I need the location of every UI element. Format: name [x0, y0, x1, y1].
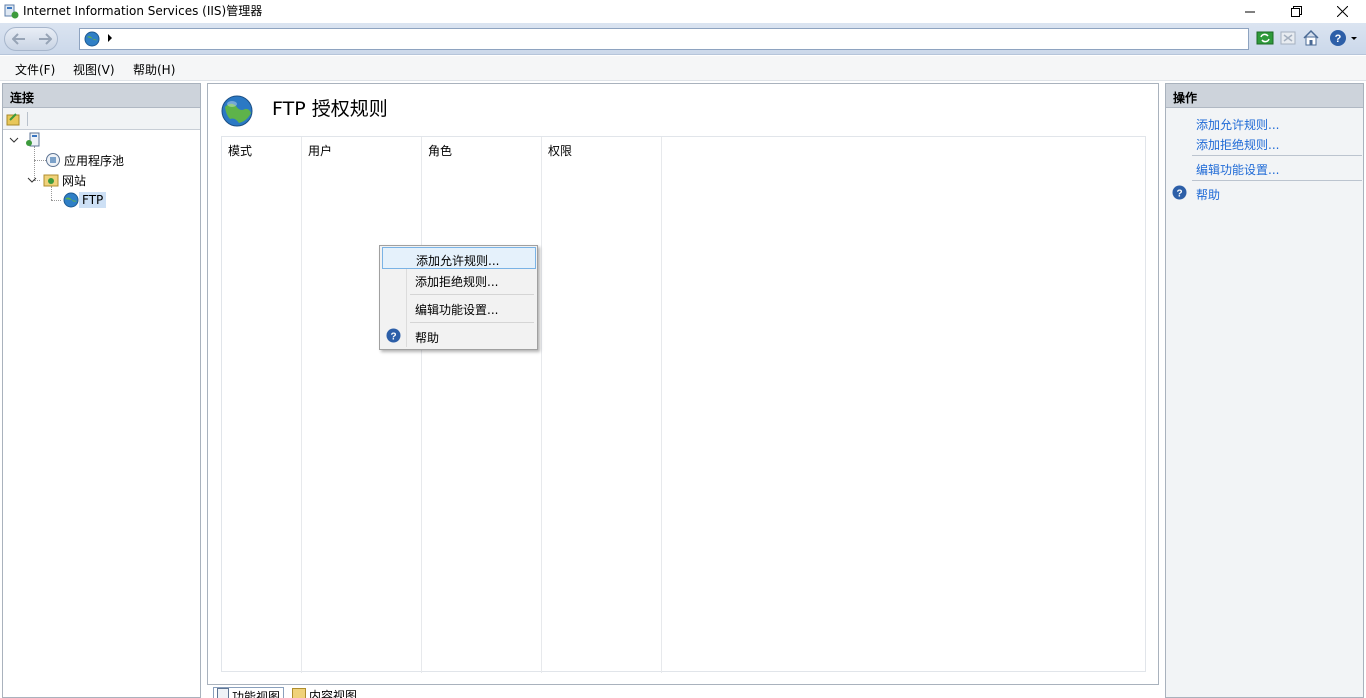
tree-label-sites: 网站: [62, 173, 87, 188]
restore-button[interactable]: [1273, 0, 1319, 23]
tree-label-ftp: FTP: [79, 192, 107, 208]
connections-pane: 连接 应用程序池 网站 FTP: [2, 83, 201, 698]
menu-bar: 文件(F) 视图(V) 帮助(H): [0, 56, 1366, 81]
content-view-icon: [292, 688, 306, 698]
tab-features-view-label: 功能视图: [232, 690, 281, 698]
page-title: FTP 授权规则: [272, 98, 388, 120]
context-add-deny-rule-label: 添加拒绝规则...: [415, 275, 499, 289]
rules-list[interactable]: 模式 用户 角色 权限: [221, 136, 1146, 673]
ftp-globe-icon: [63, 192, 79, 208]
tree-item-app-pools[interactable]: 应用程序池: [45, 151, 127, 169]
features-view-icon: [217, 688, 229, 698]
context-menu-divider: [410, 294, 534, 295]
context-add-allow-rule-label: 添加允许规则...: [416, 254, 500, 268]
context-edit-feature-settings-label: 编辑功能设置...: [415, 303, 499, 317]
actions-header: 操作: [1166, 84, 1363, 108]
context-help[interactable]: ? 帮助: [382, 325, 536, 347]
column-users[interactable]: 用户: [302, 137, 422, 673]
context-add-allow-rule[interactable]: 添加允许规则...: [382, 247, 536, 269]
forward-arrow-icon: [39, 33, 52, 45]
help-icon: ?: [386, 328, 401, 343]
column-header-users[interactable]: 用户: [308, 142, 332, 159]
view-tabs: 功能视图 内容视图: [207, 686, 1159, 698]
tab-content-view[interactable]: 内容视图: [292, 687, 357, 698]
back-button[interactable]: [7, 30, 31, 48]
tree-item-sites[interactable]: 网站: [27, 171, 89, 189]
help-icon[interactable]: ?: [1329, 29, 1347, 47]
globe-icon: [221, 95, 253, 127]
breadcrumb-chevron-icon[interactable]: [108, 34, 112, 42]
connections-toolbar: [3, 108, 200, 130]
restore-icon: [1290, 6, 1302, 17]
column-permissions[interactable]: 权限: [542, 137, 662, 673]
chevron-down-icon[interactable]: [1351, 37, 1357, 41]
globe-icon: [84, 31, 100, 47]
action-add-deny-rule[interactable]: 添加拒绝规则...: [1196, 136, 1279, 153]
server-icon: [26, 132, 40, 147]
chevron-down-icon[interactable]: [27, 175, 37, 185]
svg-text:?: ?: [390, 332, 396, 343]
create-connection-icon[interactable]: [6, 111, 21, 126]
action-help[interactable]: 帮助: [1196, 186, 1220, 203]
sites-folder-icon: [43, 174, 59, 187]
column-roles[interactable]: 角色: [422, 137, 542, 673]
home-icon[interactable]: [1302, 29, 1320, 47]
context-help-label: 帮助: [415, 331, 440, 345]
column-header-mode[interactable]: 模式: [228, 142, 252, 159]
minimize-icon: [1245, 11, 1255, 12]
action-edit-feature-settings[interactable]: 编辑功能设置...: [1196, 161, 1279, 178]
tree-item-server[interactable]: [9, 131, 41, 149]
svg-text:?: ?: [1176, 189, 1182, 200]
column-header-permissions[interactable]: 权限: [548, 142, 572, 159]
actions-pane: 操作 添加允许规则... 添加拒绝规则... 编辑功能设置... ? 帮助: [1165, 83, 1364, 698]
stop-icon[interactable]: [1279, 29, 1297, 47]
app-pool-icon: [46, 153, 60, 167]
actions-divider: [1192, 155, 1362, 156]
context-menu: 添加允许规则... 添加拒绝规则... 编辑功能设置... ? 帮助: [379, 245, 538, 350]
context-menu-divider: [410, 322, 534, 323]
menu-file[interactable]: 文件(F): [15, 61, 55, 78]
context-edit-feature-settings[interactable]: 编辑功能设置...: [382, 297, 536, 319]
address-bar: ?: [0, 23, 1366, 55]
back-arrow-icon: [12, 33, 25, 45]
column-header-roles[interactable]: 角色: [428, 142, 452, 159]
window-title: Internet Information Services (IIS)管理器: [23, 4, 263, 18]
close-button[interactable]: [1319, 0, 1365, 23]
refresh-icon[interactable]: [1256, 29, 1274, 47]
actions-divider: [1192, 180, 1362, 181]
tab-features-view[interactable]: 功能视图: [213, 687, 285, 698]
connections-header: 连接: [3, 84, 200, 108]
close-icon: [1336, 6, 1348, 17]
svg-text:?: ?: [1335, 33, 1342, 45]
context-add-deny-rule[interactable]: 添加拒绝规则...: [382, 269, 536, 291]
menu-help[interactable]: 帮助(H): [133, 61, 175, 78]
tree-item-ftp[interactable]: FTP: [63, 191, 107, 209]
tree-label-app-pools: 应用程序池: [64, 153, 125, 168]
title-bar: Internet Information Services (IIS)管理器: [0, 0, 1366, 23]
feature-pane: FTP 授权规则 模式 用户 角色 权限: [207, 83, 1159, 685]
address-input[interactable]: [79, 28, 1249, 50]
column-mode[interactable]: 模式: [222, 137, 302, 673]
action-add-allow-rule[interactable]: 添加允许规则...: [1196, 116, 1279, 133]
menu-view[interactable]: 视图(V): [73, 61, 115, 78]
forward-button[interactable]: [33, 30, 57, 48]
toolbar-divider: [27, 112, 28, 126]
tree-connector: [51, 200, 61, 201]
help-icon: ?: [1172, 185, 1187, 200]
minimize-button[interactable]: [1227, 0, 1273, 23]
tab-content-view-label: 内容视图: [309, 689, 358, 698]
chevron-down-icon[interactable]: [9, 135, 19, 145]
nav-buttons: [4, 27, 58, 51]
iis-app-icon: [4, 4, 19, 19]
